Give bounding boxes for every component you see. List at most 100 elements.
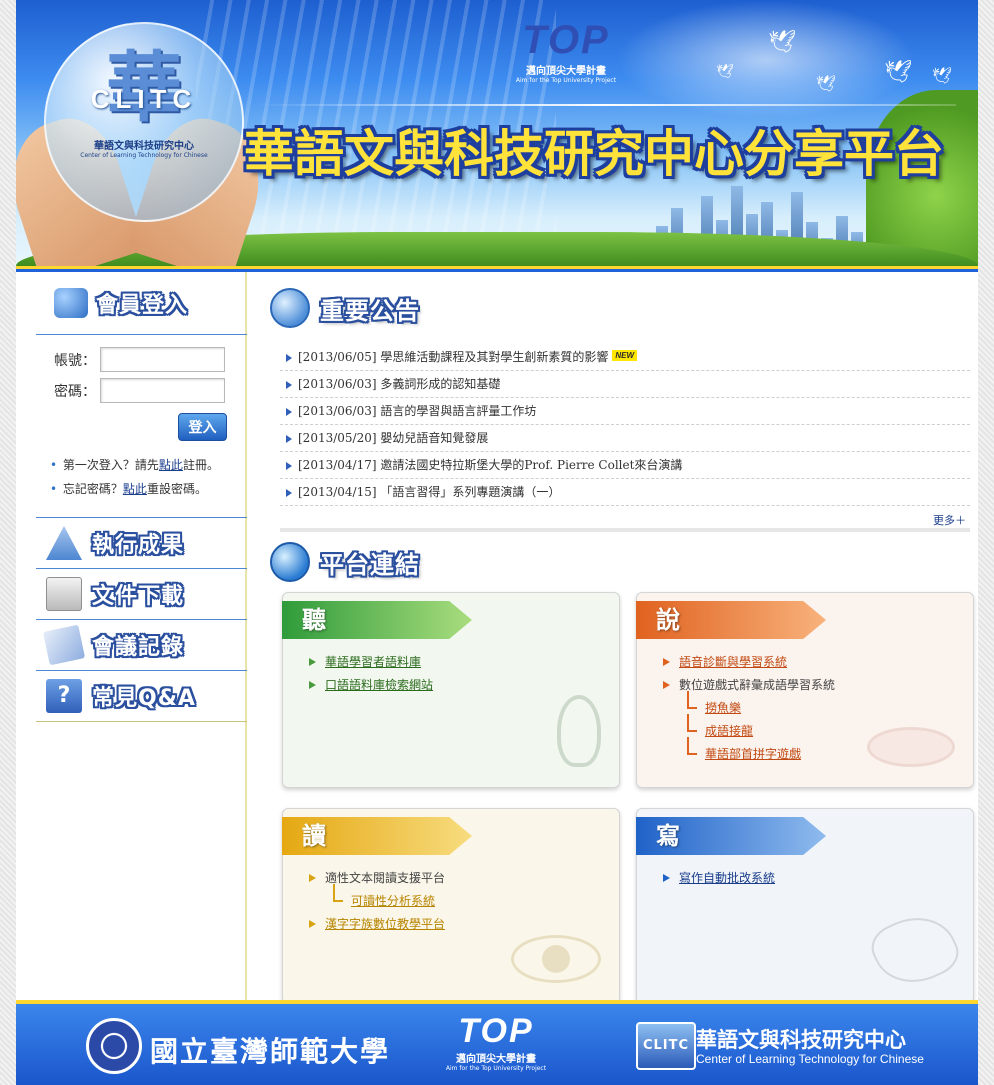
sidebar-item-faq[interactable]: ? 常見Q&A [36, 671, 247, 722]
list-item: 寫作自動批改系統 [663, 867, 775, 890]
top-logo-word: TOP [522, 18, 610, 62]
reset-note-suffix: 重設密碼。 [146, 482, 207, 496]
ntnu-name: 國立臺灣師範大學 [150, 1035, 391, 1068]
platform-cards: 聽 華語學習者語料庫 口語語料庫檢索網站 說 語音診斷與學習系統 數位遊戲式辭彙… [282, 592, 976, 1022]
top-logo-word: TOP [458, 1012, 534, 1050]
register-note: • 第一次登入？請先點此註冊。 [50, 453, 247, 477]
learner-corpus-link[interactable]: 華語學習者語料庫 [325, 655, 421, 669]
logo-letters: CLITC [90, 84, 198, 114]
computer-globe-icon [270, 542, 310, 582]
login-form: 帳號： 密碼： 登入 • 第一次登入？請先點此註冊。 • 忘記密碼？點此重設密碼… [36, 334, 247, 501]
speaker-icon [270, 288, 310, 328]
banner-glow [616, 0, 916, 120]
header-banner: 華 CLITC 華語文與科技研究中心 Center of Learning Te… [16, 0, 978, 266]
radical-spelling-game-link[interactable]: 華語部首拼字遊戲 [705, 747, 801, 761]
account-input[interactable] [100, 347, 225, 372]
announcement-item[interactable]: [2013/05/20] 嬰幼兒語音知覺發展 [280, 425, 970, 452]
announcement-text: [2013/06/03] 多義詞形成的認知基礎 [298, 377, 501, 391]
register-note-prefix: 第一次登入？請先 [62, 458, 159, 472]
account-label: 帳號： [54, 352, 96, 369]
more-link[interactable]: 更多＋ [933, 514, 966, 527]
bullet-icon: • [50, 482, 58, 496]
sidebar-item-meetings[interactable]: 會議記錄 [36, 620, 247, 671]
read-links: 適性文本閱讀支援平台 可讀性分析系統 漢字字族數位教學平台 [309, 867, 445, 936]
folder-download-icon [46, 577, 82, 611]
question-icon: ? [46, 679, 82, 713]
login-button[interactable]: 登入 [178, 413, 227, 441]
footer-top-logo: TOP 邁向頂尖大學計畫 Aim for the Top University … [436, 1012, 556, 1072]
footer: 國立臺灣師範大學 TOP 邁向頂尖大學計畫 Aim for the Top Un… [16, 1000, 978, 1085]
announcement-item[interactable]: [2013/04/15] 「語言習得」系列專題演講（一） [280, 479, 970, 506]
sidebar-item-label: 執行成果 [92, 533, 185, 558]
member-login-header: 會員登入 [16, 272, 245, 334]
platform-links-title: 平台連結 [320, 550, 420, 579]
users-icon [54, 288, 88, 318]
top-logo-chinese: 邁向頂尖大學計畫 [526, 66, 606, 77]
speak-tab: 說 [636, 601, 826, 639]
account-row: 帳號： [36, 347, 247, 372]
announcement-item[interactable]: [2013/04/17] 邀請法國史特拉斯堡大學的Prof. Pierre Co… [280, 452, 970, 479]
list-subitem: 華語部首拼字遊戲 [663, 737, 835, 766]
top-logo-chinese: 邁向頂尖大學計畫 [456, 1054, 536, 1065]
new-badge: NEW [612, 350, 638, 361]
password-row: 密碼： [36, 378, 247, 403]
announcement-item[interactable]: [2013/06/05] 學思維活動課程及其對學生創新素質的影響 NEW [280, 344, 970, 371]
top-project-logo: TOP 邁向頂尖大學計畫 Aim for the Top University … [496, 18, 636, 84]
speak-card: 說 語音診斷與學習系統 數位遊戲式辭彙成語學習系統 撈魚樂 成語接龍 華語部首拼… [636, 592, 974, 788]
password-input[interactable] [100, 378, 225, 403]
banner-divider-line [256, 104, 956, 106]
password-label: 密碼： [54, 383, 96, 400]
announcement-text: [2013/04/15] 「語言習得」系列專題演講（一） [298, 485, 561, 499]
fishing-game-link[interactable]: 撈魚樂 [705, 701, 741, 715]
writing-hand-icon [864, 903, 966, 997]
reset-password-link[interactable]: 點此 [123, 482, 147, 496]
announcement-text: [2013/06/05] 學思維活動課程及其對學生創新素質的影響 [298, 350, 609, 364]
top-logo-english: Aim for the Top University Project [445, 1065, 547, 1072]
clitc-logo[interactable]: 華 CLITC 華語文與科技研究中心 Center of Learning Te… [64, 48, 224, 160]
pronunciation-diagnosis-link[interactable]: 語音診斷與學習系統 [679, 655, 787, 669]
write-tab: 寫 [636, 817, 826, 855]
list-item: 語音診斷與學習系統 [663, 651, 835, 674]
listen-links: 華語學習者語料庫 口語語料庫檢索網站 [309, 651, 433, 697]
list-item: 華語學習者語料庫 [309, 651, 433, 674]
logo-chinese-name: 華語文與科技研究中心 [94, 141, 194, 152]
announcement-text: [2013/06/03] 語言的學習與語言評量工作坊 [298, 404, 537, 418]
ntnu-seal-icon [86, 1018, 142, 1074]
tree-icon [46, 526, 82, 560]
register-note-suffix: 註冊。 [182, 458, 219, 472]
main-content: 重要公告 [2013/06/05] 學思維活動課程及其對學生創新素質的影響 NEW… [266, 272, 974, 1004]
clitc-badge-icon: CLITC [636, 1022, 696, 1070]
member-login-title: 會員登入 [96, 293, 189, 318]
announcement-item[interactable]: [2013/06/03] 語言的學習與語言評量工作坊 [280, 398, 970, 425]
center-chinese-name: 華語文與科技研究中心 [696, 1028, 906, 1052]
sidebar-menu: 執行成果 文件下載 會議記錄 ? 常見Q&A [36, 517, 247, 722]
readability-analysis-link[interactable]: 可讀性分析系統 [351, 894, 435, 908]
listen-tab: 聽 [282, 601, 472, 639]
announcement-item[interactable]: [2013/06/03] 多義詞形成的認知基礎 [280, 371, 970, 398]
announcement-text: [2013/04/17] 邀請法國史特拉斯堡大學的Prof. Pierre Co… [298, 458, 683, 472]
auto-essay-grading-link[interactable]: 寫作自動批改系統 [679, 871, 775, 885]
site-title: 華語文與科技研究中心分享平台 [244, 125, 944, 183]
character-family-teaching-link[interactable]: 漢字字族數位教學平台 [325, 917, 445, 931]
dove-icon: 🕊 [716, 64, 734, 80]
platform-links-header: 平台連結 [266, 532, 960, 592]
sidebar-item-results[interactable]: 執行成果 [36, 518, 247, 569]
sidebar-item-label: 文件下載 [92, 584, 185, 609]
lips-icon [867, 727, 955, 767]
reset-note-prefix: 忘記密碼？ [62, 482, 123, 496]
announcements-header: 重要公告 [266, 272, 960, 344]
top-logo-english: Aim for the Top University Project [515, 77, 617, 84]
login-notes: • 第一次登入？請先點此註冊。 • 忘記密碼？點此重設密碼。 [36, 453, 247, 501]
idiom-chain-link[interactable]: 成語接龍 [705, 724, 753, 738]
more-row: 更多＋ [280, 506, 970, 532]
spoken-corpus-search-link[interactable]: 口語語料庫檢索網站 [325, 678, 433, 692]
dove-icon: 🕊 [816, 74, 837, 93]
listen-card: 聽 華語學習者語料庫 口語語料庫檢索網站 [282, 592, 620, 788]
eye-icon [511, 935, 601, 983]
list-item: 適性文本閱讀支援平台 [309, 867, 445, 890]
register-link[interactable]: 點此 [159, 458, 183, 472]
sidebar-item-downloads[interactable]: 文件下載 [36, 569, 247, 620]
dove-icon: 🕊 [884, 60, 912, 85]
logo-english-name: Center of Learning Technology for Chines… [80, 152, 208, 159]
idiom-game-system-label: 數位遊戲式辭彙成語學習系統 [679, 678, 836, 692]
